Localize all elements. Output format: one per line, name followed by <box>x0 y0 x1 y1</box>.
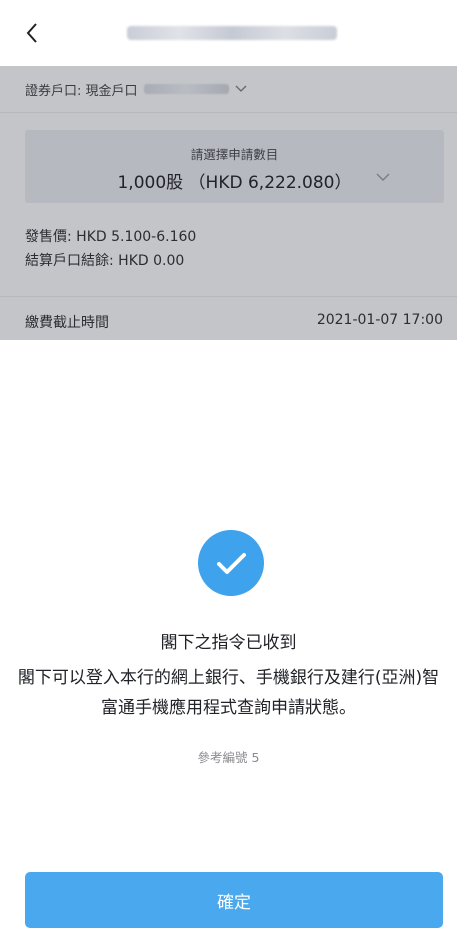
reference-number: 參考編號 5 <box>197 750 260 765</box>
screen: 證券戶口: 現金戶口 請選擇申請數目 1,000股 （HKD 6,222.080… <box>0 0 457 940</box>
divider <box>0 296 457 297</box>
select-prompt: 請選擇申請數目 <box>190 147 279 162</box>
chevron-down-icon <box>235 82 247 97</box>
deadline-value: 2021-01-07 17:00 <box>316 312 443 328</box>
result-message: 閣下可以登入本行的網上銀行、手機銀行及建行(亞洲)智富通手機應用程式查詢申請狀態… <box>17 668 440 718</box>
top-bar <box>0 0 457 66</box>
page-title-redacted <box>127 26 337 40</box>
back-button[interactable] <box>18 18 48 48</box>
account-number-redacted <box>143 84 229 94</box>
result-sheet: 閣下之指令已收到 閣下可以登入本行的網上銀行、手機銀行及建行(亞洲)智富通手機應… <box>0 340 457 940</box>
offer-price: 發售價: HKD 5.100-6.160 <box>25 229 197 245</box>
confirm-button[interactable]: 確定 <box>25 872 443 928</box>
application-form-overlay <box>0 66 457 340</box>
application-quantity-select[interactable]: 請選擇申請數目 1,000股 （HKD 6,222.080） <box>25 130 444 203</box>
deadline-label: 繳費截止時間 <box>25 315 109 331</box>
account-label: 證券戶口: 現金戶口 <box>25 83 138 99</box>
settlement-balance: 結算戶口結餘: HKD 0.00 <box>25 253 185 269</box>
divider <box>0 112 457 113</box>
success-badge <box>198 530 264 596</box>
chevron-down-icon <box>376 168 390 187</box>
account-selector[interactable]: 證券戶口: 現金戶口 <box>25 78 247 100</box>
checkmark-icon <box>217 553 246 574</box>
result-title: 閣下之指令已收到 <box>160 633 297 653</box>
chevron-left-icon <box>26 23 37 43</box>
